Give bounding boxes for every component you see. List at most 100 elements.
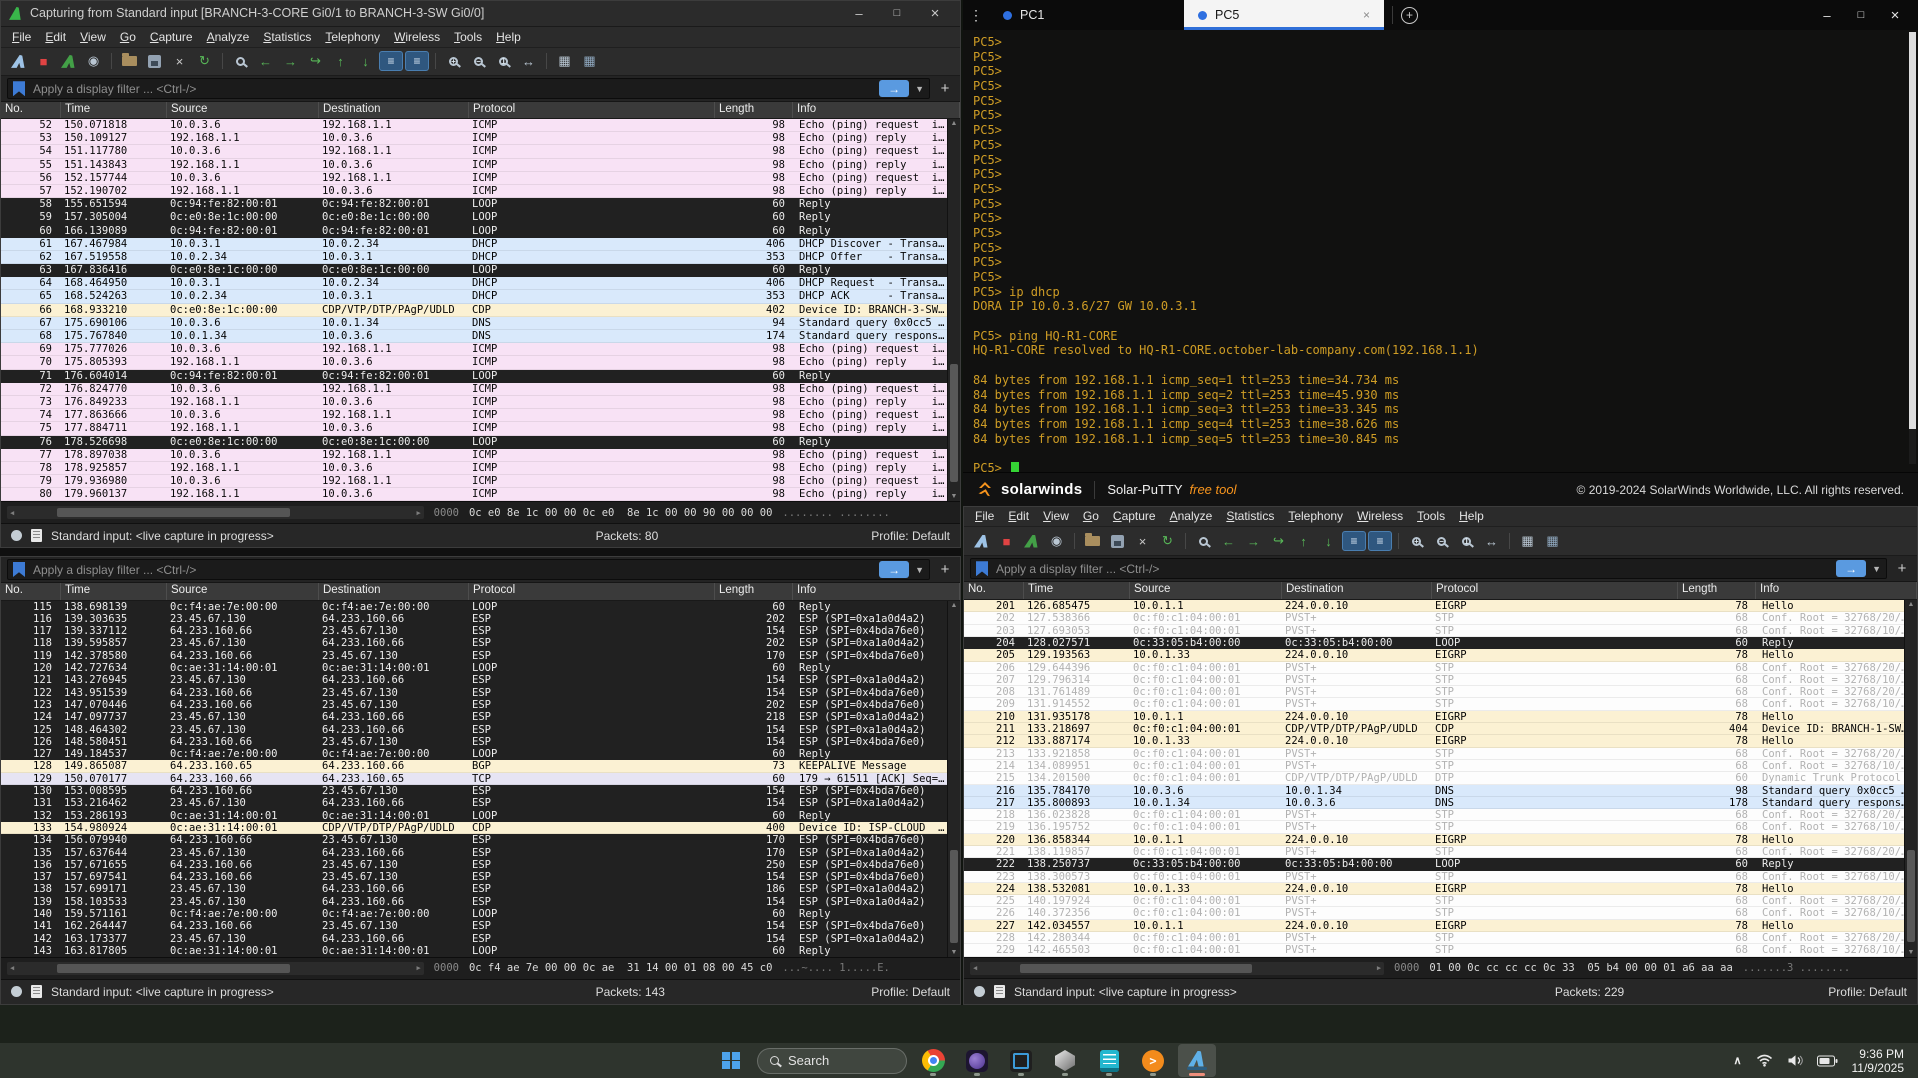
scroll-down-icon[interactable] xyxy=(948,493,960,500)
restart-capture-icon[interactable] xyxy=(1020,531,1043,552)
packet-row[interactable]: 135157.63764423.45.67.13064.233.160.66ES… xyxy=(1,847,947,859)
packet-row[interactable]: 136157.67165564.233.160.6623.45.67.130ES… xyxy=(1,859,947,871)
resize-columns-icon[interactable]: ↔ xyxy=(517,51,540,72)
menu-item-wireless[interactable]: Wireless xyxy=(1350,509,1410,523)
packet-row[interactable]: 138157.69917123.45.67.13064.233.160.66ES… xyxy=(1,883,947,895)
packet-row[interactable]: 65168.52426310.0.2.3410.0.3.1DHCP353DHCP… xyxy=(1,290,947,303)
capture-options-icon[interactable]: ◉ xyxy=(82,51,105,72)
display-filter-input-wrap[interactable] xyxy=(970,558,1887,579)
column-header-no[interactable]: No. xyxy=(1,583,61,600)
packet-row[interactable]: 134156.07994064.233.160.6623.45.67.130ES… xyxy=(1,834,947,846)
packet-row[interactable]: 116139.30363523.45.67.13064.233.160.66ES… xyxy=(1,613,947,625)
capture-fin-icon[interactable] xyxy=(7,51,30,72)
column-header-no[interactable]: No. xyxy=(964,582,1024,599)
packet-row[interactable]: 202127.5383660c:f0:c1:04:00:01PVST+STP68… xyxy=(964,612,1904,624)
filter-bookmark-icon[interactable] xyxy=(13,81,25,96)
taskbar-clock[interactable]: 9:36 PM 11/9/2025 xyxy=(1852,1047,1905,1075)
add-filter-button[interactable] xyxy=(936,561,954,578)
column-header-info[interactable]: Info xyxy=(793,102,960,118)
open-file-icon[interactable] xyxy=(118,51,141,72)
column-header-time[interactable]: Time xyxy=(61,583,167,600)
packet-row[interactable]: 58155.6515940c:94:fe:82:00:010c:94:fe:82… xyxy=(1,198,947,211)
menu-item-telephony[interactable]: Telephony xyxy=(1281,509,1350,523)
menu-item-statistics[interactable]: Statistics xyxy=(256,30,318,44)
stop-capture-icon[interactable]: ■ xyxy=(32,51,55,72)
save-file-icon[interactable] xyxy=(143,51,166,72)
packet-row[interactable]: 206129.6443960c:f0:c1:04:00:01PVST+STP68… xyxy=(964,662,1904,674)
menu-item-view[interactable]: View xyxy=(73,30,113,44)
menu-item-edit[interactable]: Edit xyxy=(38,30,73,44)
packet-row[interactable]: 54151.11778010.0.3.6192.168.1.1ICMP98Ech… xyxy=(1,145,947,158)
apply-filter-button[interactable] xyxy=(1836,560,1866,577)
packet-row[interactable]: 213133.9218580c:f0:c1:04:00:01PVST+STP68… xyxy=(964,748,1904,760)
column-header-destination[interactable]: Destination xyxy=(319,583,469,600)
packet-row[interactable]: 52150.07181810.0.3.6192.168.1.1ICMP98Ech… xyxy=(1,119,947,132)
packet-row[interactable]: 74177.86366610.0.3.6192.168.1.1ICMP98Ech… xyxy=(1,409,947,422)
zoom-out-icon[interactable]: − xyxy=(1430,531,1453,552)
column-header-source[interactable]: Source xyxy=(167,583,319,600)
minimize-button[interactable] xyxy=(842,2,876,24)
display-grid-2-icon[interactable]: ▦ xyxy=(1541,531,1564,552)
menu-item-wireless[interactable]: Wireless xyxy=(387,30,447,44)
profile-label[interactable]: Profile: Default xyxy=(871,529,950,543)
display-grid-icon[interactable]: ▦ xyxy=(1516,531,1539,552)
packet-row[interactable]: 212133.88717410.0.1.33224.0.0.10EIGRP78H… xyxy=(964,735,1904,747)
packet-row[interactable]: 205129.19356310.0.1.33224.0.0.10EIGRP78H… xyxy=(964,649,1904,661)
column-header-no[interactable]: No. xyxy=(1,102,61,118)
packet-row[interactable]: 126148.58045164.233.160.6623.45.67.130ES… xyxy=(1,736,947,748)
profile-label[interactable]: Profile: Default xyxy=(871,985,950,999)
column-header-protocol[interactable]: Protocol xyxy=(469,102,715,118)
packet-row[interactable]: 125148.46430223.45.67.13064.233.160.66ES… xyxy=(1,724,947,736)
column-header-length[interactable]: Length xyxy=(715,583,793,600)
menu-kebab-icon[interactable] xyxy=(963,7,989,24)
display-filter-input[interactable] xyxy=(31,81,873,97)
packet-row[interactable]: 55151.143843192.168.1.110.0.3.6ICMP98Ech… xyxy=(1,159,947,172)
menu-item-analyze[interactable]: Analyze xyxy=(1163,509,1220,523)
column-header-protocol[interactable]: Protocol xyxy=(469,583,715,600)
terminal-output[interactable]: PC5>PC5>PC5>PC5>PC5>PC5>PC5>PC5>PC5>PC5>… xyxy=(963,30,1918,472)
packet-row[interactable]: 229142.4655030c:f0:c1:04:00:01PVST+STP68… xyxy=(964,944,1904,956)
packet-row[interactable]: 124147.09773723.45.67.13064.233.160.66ES… xyxy=(1,711,947,723)
close-button[interactable] xyxy=(918,2,952,24)
apply-filter-button[interactable] xyxy=(879,561,909,578)
column-header-source[interactable]: Source xyxy=(1130,582,1282,599)
zoom-in-icon[interactable]: + xyxy=(442,51,465,72)
menu-item-view[interactable]: View xyxy=(1036,509,1076,523)
autoscroll-toggle-icon[interactable]: ≡ xyxy=(379,51,403,71)
menu-item-telephony[interactable]: Telephony xyxy=(318,30,387,44)
packet-row[interactable]: 201126.68547510.0.1.1224.0.0.10EIGRP78He… xyxy=(964,600,1904,612)
packet-row[interactable]: 222138.2507370c:33:05:b4:00:000c:33:05:b… xyxy=(964,858,1904,870)
scroll-right-icon[interactable] xyxy=(416,964,420,972)
packet-row[interactable]: 132153.2861930c:ae:31:14:00:010c:ae:31:1… xyxy=(1,810,947,822)
menu-item-file[interactable]: File xyxy=(5,30,38,44)
solar-putty-icon[interactable] xyxy=(1134,1044,1172,1077)
autoscroll-toggle-icon[interactable]: ≡ xyxy=(1342,531,1366,551)
packet-row[interactable]: 61167.46798410.0.3.110.0.2.34DHCP406DHCP… xyxy=(1,238,947,251)
packet-row[interactable]: 133154.9809240c:ae:31:14:00:01CDP/VTP/DT… xyxy=(1,822,947,834)
close-button[interactable] xyxy=(1882,4,1908,26)
packet-row[interactable]: 53150.109127192.168.1.110.0.3.6ICMP98Ech… xyxy=(1,132,947,145)
zoom-reset-icon[interactable]: 1 xyxy=(1455,531,1478,552)
packet-row[interactable]: 224138.53208110.0.1.33224.0.0.10EIGRP78H… xyxy=(964,883,1904,895)
wireshark-icon[interactable] xyxy=(1178,1044,1216,1077)
go-to-packet-icon[interactable]: ↪ xyxy=(304,51,327,72)
scroll-up-icon[interactable] xyxy=(948,602,960,609)
column-header-destination[interactable]: Destination xyxy=(1282,582,1432,599)
reload-file-icon[interactable]: ↻ xyxy=(1156,531,1179,552)
scroll-up-icon[interactable] xyxy=(1905,601,1917,608)
column-header-length[interactable]: Length xyxy=(715,102,793,118)
packet-row[interactable]: 62167.51955810.0.2.3410.0.3.1DHCP353DHCP… xyxy=(1,251,947,264)
scrollbar-thumb[interactable] xyxy=(57,508,290,517)
go-last-icon[interactable]: ↓ xyxy=(354,51,377,72)
packet-row[interactable]: 225140.1979240c:f0:c1:04:00:01PVST+STP68… xyxy=(964,895,1904,907)
packet-row[interactable]: 215134.2015000c:f0:c1:04:00:01CDP/VTP/DT… xyxy=(964,772,1904,784)
purple-app-icon[interactable] xyxy=(958,1044,996,1077)
scrollbar-thumb[interactable] xyxy=(57,964,290,973)
scroll-left-icon[interactable] xyxy=(10,509,14,517)
menu-item-go[interactable]: Go xyxy=(1076,509,1106,523)
scroll-down-icon[interactable] xyxy=(948,949,960,956)
packet-row[interactable]: 120142.7276340c:ae:31:14:00:010c:ae:31:1… xyxy=(1,662,947,674)
packet-row[interactable]: 221138.1198570c:f0:c1:04:00:01PVST+STP68… xyxy=(964,846,1904,858)
chrome-icon[interactable] xyxy=(914,1044,952,1077)
packet-row[interactable]: 129150.07017764.233.160.6664.233.160.65T… xyxy=(1,773,947,785)
